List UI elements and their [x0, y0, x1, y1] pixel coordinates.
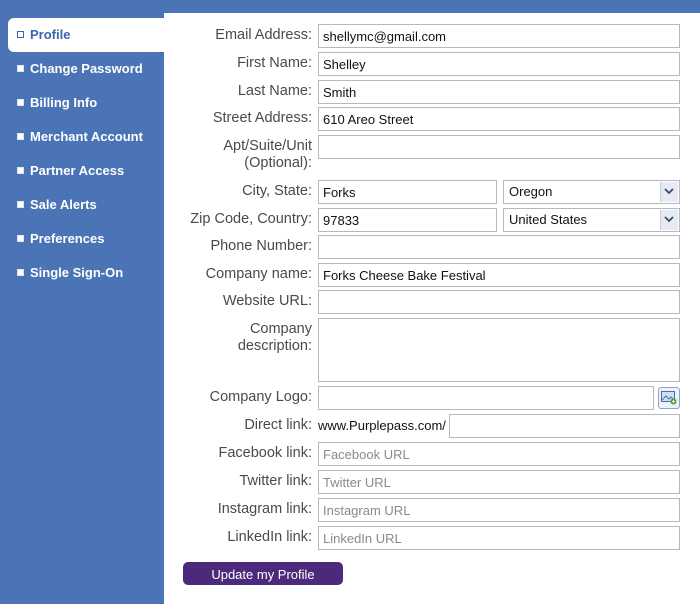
zip-country-label: Zip Code, Country: [190, 211, 312, 227]
direct-link-prefix: www.Purplepass.com/ [318, 418, 446, 433]
company-logo-label: Company Logo: [209, 389, 312, 405]
website-label: Website URL: [222, 293, 312, 309]
company-description-label-line2: description: [237, 338, 312, 354]
sidebar-item-label: Preferences [30, 231, 105, 246]
phone-label: Phone Number: [210, 238, 312, 254]
street-address-field[interactable] [318, 107, 680, 131]
chevron-down-icon [660, 182, 678, 202]
first-name-field[interactable] [318, 52, 680, 76]
update-profile-button[interactable]: Update my Profile [183, 562, 343, 585]
twitter-label: Twitter link: [239, 473, 312, 489]
company-logo-field[interactable] [318, 386, 654, 410]
facebook-field[interactable] [318, 442, 680, 466]
linkedin-label: LinkedIn link: [227, 529, 312, 545]
sidebar-item-label: Sale Alerts [30, 197, 97, 212]
apt-field[interactable] [318, 135, 680, 159]
bullet-icon [17, 167, 24, 174]
bullet-icon [17, 269, 24, 276]
direct-link-label: Direct link: [244, 417, 312, 433]
city-state-label: City, State: [242, 183, 312, 199]
sidebar-item-single-sign-on[interactable]: Single Sign-On [8, 256, 164, 290]
company-name-field[interactable] [318, 263, 680, 287]
email-label: Email Address: [215, 27, 312, 43]
twitter-field[interactable] [318, 470, 680, 494]
apt-label-line2: (Optional): [244, 155, 312, 171]
linkedin-field[interactable] [318, 526, 680, 550]
last-name-label: Last Name: [237, 83, 312, 99]
sidebar-item-label: Merchant Account [30, 129, 143, 144]
sidebar-item-billing-info[interactable]: Billing Info [8, 86, 164, 120]
city-field[interactable] [318, 180, 497, 204]
state-select[interactable]: Oregon [503, 180, 680, 204]
sidebar-item-label: Partner Access [30, 163, 125, 178]
bullet-icon [17, 99, 24, 106]
image-upload-icon[interactable] [658, 387, 680, 409]
street-address-label: Street Address: [212, 110, 312, 126]
sidebar: Profile Change Password Billing Info Mer… [0, 0, 164, 604]
sidebar-item-sale-alerts[interactable]: Sale Alerts [8, 188, 164, 222]
phone-field[interactable] [318, 235, 680, 259]
bullet-icon [17, 65, 24, 72]
state-select-value: Oregon [509, 184, 553, 199]
bullet-icon [17, 133, 24, 140]
facebook-label: Facebook link: [218, 445, 313, 461]
zip-code-field[interactable] [318, 208, 497, 232]
company-description-label-line1: Company [249, 321, 312, 337]
first-name-label: First Name: [237, 55, 312, 71]
chevron-down-icon [660, 210, 678, 230]
bullet-icon [17, 201, 24, 208]
apt-label-line1: Apt/Suite/Unit [223, 138, 312, 154]
sidebar-item-merchant-account[interactable]: Merchant Account [8, 120, 164, 154]
instagram-label: Instagram link: [217, 501, 312, 517]
last-name-field[interactable] [318, 80, 680, 104]
sidebar-item-label: Single Sign-On [30, 265, 124, 280]
company-description-field[interactable] [318, 318, 680, 382]
email-field[interactable] [318, 24, 680, 48]
direct-link-field[interactable] [449, 414, 680, 438]
sidebar-item-label: Billing Info [30, 95, 98, 110]
sidebar-item-profile[interactable]: Profile [8, 18, 164, 52]
instagram-field[interactable] [318, 498, 680, 522]
website-field[interactable] [318, 290, 680, 314]
company-name-label: Company name: [205, 266, 312, 282]
bullet-icon [17, 31, 24, 38]
sidebar-item-partner-access[interactable]: Partner Access [8, 154, 164, 188]
country-select-value: United States [509, 212, 588, 227]
bullet-icon [17, 235, 24, 242]
sidebar-item-preferences[interactable]: Preferences [8, 222, 164, 256]
country-select[interactable]: United States [503, 208, 680, 232]
sidebar-item-label: Profile [30, 27, 71, 42]
sidebar-item-change-password[interactable]: Change Password [8, 52, 164, 86]
sidebar-item-label: Change Password [30, 61, 143, 76]
